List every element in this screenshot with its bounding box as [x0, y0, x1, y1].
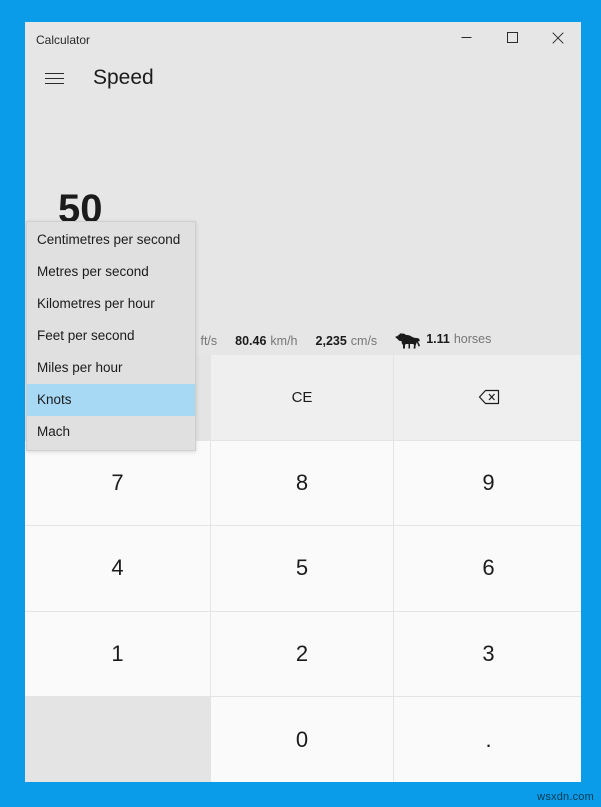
window-controls [443, 22, 581, 53]
digit-2-button[interactable]: 2 [211, 611, 393, 697]
digit-9-button[interactable]: 9 [394, 440, 581, 526]
backspace-icon [478, 389, 500, 405]
title-bar: Calculator [25, 22, 581, 55]
digit-5-button[interactable]: 5 [211, 526, 393, 611]
conversion-value: 2,235 [315, 333, 347, 348]
unit-option-miles-per-hour[interactable]: Miles per hour [27, 352, 195, 384]
digit-4-button[interactable]: 4 [25, 526, 210, 611]
calculator-window: Calculator Speed 50 Centimetres per seco… [25, 22, 581, 782]
window-title: Calculator [36, 33, 91, 47]
display-area: 50 Knots Centimetres per second Metres p… [25, 101, 581, 451]
minimize-icon [461, 32, 472, 43]
digit-7-button[interactable]: 7 [25, 440, 210, 526]
conversion-item-kilometres-per-hour: 80.46 km/h [235, 334, 297, 348]
digit-8-button[interactable]: 8 [211, 440, 393, 526]
desktop-watermark: wsxdn.com [537, 791, 594, 803]
app-header: Speed [25, 55, 581, 101]
unit-option-knots[interactable]: Knots [27, 384, 195, 416]
backspace-button[interactable] [394, 355, 581, 440]
decimal-point-button[interactable]: . [394, 697, 581, 782]
hamburger-line [44, 72, 64, 74]
unit-option-mach[interactable]: Mach [27, 416, 195, 448]
conversion-unit: km/h [270, 333, 298, 348]
clear-entry-button[interactable]: CE [211, 355, 393, 440]
hamburger-line [44, 77, 64, 79]
conversion-item-horses: 1.11 horses [395, 332, 491, 349]
digit-6-button[interactable]: 6 [394, 526, 581, 611]
horse-icon [395, 332, 421, 349]
maximize-icon [506, 32, 518, 43]
close-button[interactable] [535, 22, 581, 53]
unit-option-feet-per-second[interactable]: Feet per second [27, 320, 195, 352]
keypad-blank-bottom-left [25, 697, 210, 782]
unit-dropdown-flyout[interactable]: Centimetres per second Metres per second… [26, 221, 196, 451]
digit-1-button[interactable]: 1 [25, 611, 210, 697]
digit-0-button[interactable]: 0 [211, 697, 393, 782]
minimize-button[interactable] [443, 22, 489, 53]
unit-option-metres-per-second[interactable]: Metres per second [27, 256, 195, 288]
hamburger-menu-icon[interactable] [34, 60, 74, 96]
conversion-unit: horses [453, 332, 492, 346]
conversion-item-centimetres-per-second: 2,235 cm/s [316, 334, 378, 348]
conversion-value: 80.46 [235, 333, 267, 348]
page-title: Speed [93, 66, 154, 89]
maximize-button[interactable] [489, 22, 535, 53]
conversion-unit: cm/s [350, 333, 378, 348]
hamburger-line [44, 82, 64, 84]
digit-3-button[interactable]: 3 [394, 611, 581, 697]
conversion-value: 1.11 [426, 332, 450, 346]
conversion-unit: ft/s [200, 333, 218, 348]
unit-option-centimetres-per-second[interactable]: Centimetres per second [27, 224, 195, 256]
close-icon [552, 31, 564, 44]
unit-option-kilometres-per-hour[interactable]: Kilometres per hour [27, 288, 195, 320]
